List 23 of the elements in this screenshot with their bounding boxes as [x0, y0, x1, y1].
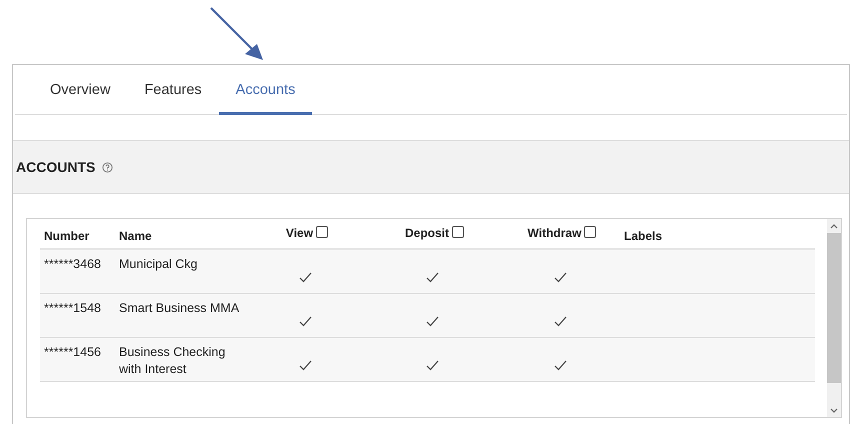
checkbox[interactable] — [452, 226, 464, 238]
table-cell: ******1548 — [40, 294, 115, 338]
scroll-down-icon[interactable] — [830, 408, 838, 412]
table-cell: Business Checking with Interest — [115, 338, 245, 382]
help-icon[interactable] — [102, 162, 114, 172]
table-cell: ******1456 — [40, 338, 115, 382]
checkbox[interactable] — [584, 226, 596, 238]
column-header: View — [286, 226, 314, 240]
table-cell: Smart Business MMA — [115, 294, 245, 338]
table-cell: ******3468 — [40, 250, 115, 294]
tab[interactable]: Accounts — [218, 65, 312, 115]
section-title: ACCOUNTS — [16, 159, 96, 175]
column-header: Withdraw — [528, 226, 582, 240]
column-header: Deposit — [404, 226, 449, 240]
column-header: Labels — [624, 229, 662, 243]
scrollbar-thumb[interactable] — [827, 233, 841, 383]
column-header: Number — [44, 229, 90, 243]
checkbox[interactable] — [316, 226, 328, 238]
table-cell: Municipal Ckg — [115, 250, 245, 294]
tab[interactable]: Features — [127, 65, 219, 115]
scroll-up-icon[interactable] — [830, 224, 838, 228]
column-header: Name — [119, 229, 152, 243]
tab[interactable]: Overview — [33, 65, 128, 115]
